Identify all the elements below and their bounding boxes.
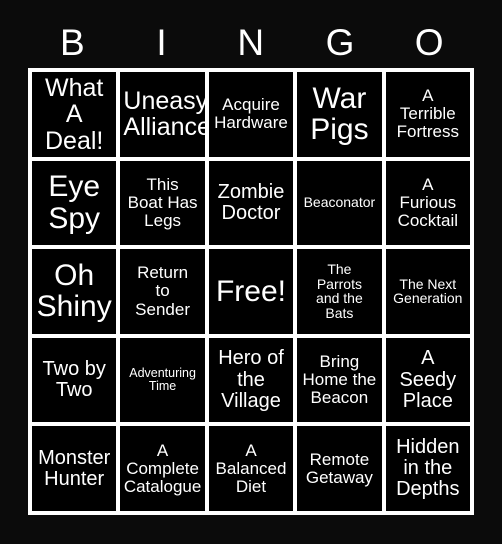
bingo-cell-label: Bring Home the Beacon	[302, 352, 377, 408]
bingo-header-letter-i: I	[156, 21, 168, 63]
bingo-cell-label: Uneasy Alliance	[123, 86, 205, 142]
bingo-cell[interactable]: A Furious Cocktail	[385, 160, 470, 246]
bingo-cell[interactable]: Hidden in the Depths	[385, 426, 470, 511]
bingo-cell[interactable]: Oh Shiny	[32, 249, 117, 334]
bingo-cell[interactable]: Beaconator	[297, 160, 382, 246]
bingo-cell-label: Hidden in the Depths	[396, 435, 460, 501]
bingo-cell-label: A Balanced Diet	[215, 440, 287, 496]
bingo-cell-label: Zombie Doctor	[217, 180, 285, 224]
bingo-cell[interactable]: War Pigs	[297, 72, 382, 157]
bingo-header-letter-o: O	[414, 21, 445, 63]
bingo-cell[interactable]: Zombie Doctor	[208, 160, 294, 246]
bingo-cell-label: Oh Shiny	[36, 258, 112, 324]
bingo-cell-label: What A Deal!	[45, 73, 104, 155]
bingo-cell[interactable]: Return to Sender	[120, 249, 205, 334]
bingo-cell[interactable]: Eye Spy	[32, 160, 117, 246]
bingo-cell[interactable]: A Balanced Diet	[208, 426, 294, 511]
bingo-cell-label: Free!	[215, 274, 286, 308]
bingo-header-letter-g: G	[325, 21, 355, 63]
bingo-cell-label: A Furious Cocktail	[397, 174, 459, 230]
bingo-cell-label: Acquire Hardware	[214, 95, 288, 133]
bingo-cell[interactable]: The Next Generation	[385, 249, 470, 334]
bingo-cell-label: Eye Spy	[48, 170, 101, 235]
bingo-cell-label: This Boat Has Legs	[127, 174, 198, 230]
bingo-cell[interactable]: The Parrots and the Bats	[297, 249, 382, 334]
bingo-cell-label: Two by Two	[42, 357, 106, 402]
bingo-cell[interactable]: Two by Two	[32, 337, 117, 423]
bingo-cell-label: Beaconator	[303, 194, 376, 211]
bingo-cell[interactable]: Monster Hunter	[32, 426, 117, 511]
bingo-cell-label: A Terrible Fortress	[396, 86, 459, 142]
bingo-cell-label: Hero of the Village	[218, 347, 284, 412]
bingo-cell[interactable]: Uneasy Alliance	[120, 72, 205, 157]
bingo-header-letter-b: B	[60, 21, 86, 63]
bingo-cell-label: Adventuring Time	[129, 365, 196, 394]
bingo-cell[interactable]: Remote Getaway	[297, 426, 382, 511]
bingo-header-letter-n: N	[237, 21, 265, 63]
bingo-cell-label: The Next Generation	[393, 275, 463, 307]
bingo-cell[interactable]: Acquire Hardware	[208, 72, 294, 157]
bingo-cell[interactable]: A Complete Catalogue	[120, 426, 205, 511]
bingo-cell[interactable]: A Terrible Fortress	[385, 72, 470, 157]
bingo-cell[interactable]: Adventuring Time	[120, 337, 205, 423]
bingo-cell-free-space[interactable]: Free!	[208, 249, 294, 334]
bingo-cell-label: Remote Getaway	[305, 449, 373, 487]
bingo-grid: What A Deal! Uneasy Alliance Acquire Hardw…	[28, 68, 474, 515]
bingo-header-row: B I N G O	[28, 16, 474, 68]
bingo-cell[interactable]: Hero of the Village	[208, 337, 294, 423]
bingo-cell-label: A Complete Catalogue	[123, 440, 202, 496]
bingo-cell[interactable]: What A Deal!	[32, 72, 117, 157]
bingo-cell-label: War Pigs	[310, 81, 369, 147]
bingo-cell[interactable]: This Boat Has Legs	[120, 160, 205, 246]
bingo-cell-label: A Seedy Place	[399, 347, 457, 412]
bingo-cell-label: Monster Hunter	[38, 446, 111, 490]
bingo-cell[interactable]: A Seedy Place	[385, 337, 470, 423]
bingo-cell-label: The Parrots and the Bats	[316, 260, 363, 322]
bingo-card: B I N G O What A Deal! Uneasy Alliance Acq…	[0, 0, 502, 544]
bingo-cell[interactable]: Bring Home the Beacon	[297, 337, 382, 423]
bingo-cell-label: Return to Sender	[135, 263, 190, 319]
